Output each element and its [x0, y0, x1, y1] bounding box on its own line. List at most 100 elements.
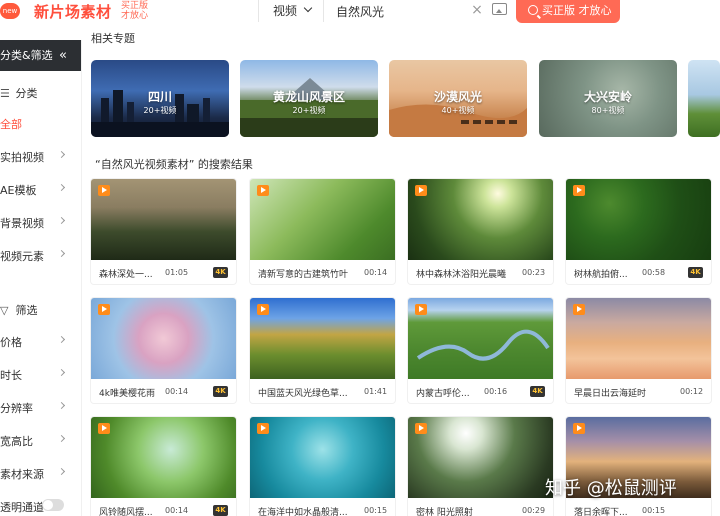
video-title: 清新写意的古建筑竹叶 [258, 270, 349, 280]
results-title: “自然风光视频素材” 的搜索结果 [95, 158, 253, 171]
image-search-icon[interactable] [492, 3, 507, 15]
video-duration: 00:12 [680, 387, 704, 396]
filter-label: 素材来源 [0, 468, 44, 481]
sidebar-item-label: 实拍视频 [0, 151, 44, 164]
badge-4k: 4K [530, 386, 545, 397]
topic-count: 40+视频 [441, 106, 475, 115]
video-card[interactable]: 森林深处一... 01:05 4K [91, 179, 236, 284]
badge-4k: 4K [213, 267, 228, 278]
video-thumbnail [91, 298, 236, 379]
sidebar-item-footage[interactable]: 实拍视频 [0, 149, 70, 165]
chevron-right-icon [57, 467, 66, 476]
topic-name: 四川 [147, 90, 172, 104]
chevron-right-icon [57, 183, 66, 192]
video-card[interactable]: 林中森林沐浴阳光晨曦 00:23 [408, 179, 553, 284]
chevron-right-icon [57, 434, 66, 443]
search-type-select[interactable]: 视频 [258, 0, 324, 22]
video-duration: 00:14 [165, 506, 189, 515]
top-header: new 新片场素材 买正版 才放心 视频 × 买正版 才放心 [0, 0, 720, 30]
sidebar-item-elements[interactable]: 视频元素 [0, 248, 70, 264]
collapse-icon[interactable]: « [59, 40, 67, 71]
video-thumbnail [408, 179, 553, 260]
list-icon: ☰ [0, 87, 10, 100]
sidebar-item-all[interactable]: 全部 [0, 116, 70, 132]
video-play-icon [98, 423, 110, 434]
watermark: 知乎 @松鼠测评 [545, 478, 677, 499]
video-duration: 01:41 [364, 387, 388, 396]
badge-4k: 4K [213, 386, 228, 397]
filter-label: 透明通道 [0, 501, 44, 514]
logo-slogan: 买正版 才放心 [121, 1, 148, 21]
sidebar-item-background[interactable]: 背景视频 [0, 215, 70, 231]
video-card[interactable]: 风铃随风摆... 00:14 4K [91, 417, 236, 516]
video-thumbnail [408, 417, 553, 498]
video-card[interactable]: 内蒙古呼伦... 00:16 4K [408, 298, 553, 403]
sidebar-item-label: 视频元素 [0, 250, 44, 263]
topic-count: 80+视频 [591, 106, 625, 115]
chevron-right-icon [57, 335, 66, 344]
video-play-icon [257, 304, 269, 315]
chevron-right-icon [57, 150, 66, 159]
video-play-icon [257, 185, 269, 196]
video-play-icon [98, 185, 110, 196]
video-title: 风铃随风摆... [99, 508, 153, 516]
filter-duration[interactable]: 时长 [0, 367, 70, 383]
slogan-line-2: 才放心 [121, 11, 149, 21]
badge-4k: 4K [213, 505, 228, 516]
video-card[interactable]: 树林航拍俯... 00:58 4K [566, 179, 711, 284]
category-header: ☰ 分类 [0, 85, 38, 101]
clear-icon[interactable]: × [470, 3, 484, 17]
topic-card-huanglong[interactable]: 黄龙山风景区 20+视频 [240, 60, 378, 137]
video-title: 林中森林沐浴阳光晨曦 [416, 270, 507, 280]
video-card[interactable]: 4k唯美樱花雨 00:14 4K [91, 298, 236, 403]
search-input[interactable] [336, 0, 460, 22]
video-thumbnail [91, 417, 236, 498]
video-play-icon [573, 185, 585, 196]
video-title: 密林 阳光照射 [416, 508, 473, 516]
topic-card-sichuan[interactable]: 四川 20+视频 [91, 60, 229, 137]
video-thumbnail [408, 298, 553, 379]
video-play-icon [257, 423, 269, 434]
video-play-icon [98, 304, 110, 315]
slogan-line-1: 买正版 [121, 1, 149, 11]
filter-header: ▽ 筛选 [0, 302, 38, 318]
filter-source[interactable]: 素材来源 [0, 466, 70, 482]
video-play-icon [573, 304, 585, 315]
video-title: 早晨日出云海延时 [574, 389, 647, 399]
video-title: 森林深处一... [99, 270, 153, 280]
search-button[interactable]: 买正版 才放心 [516, 0, 620, 23]
topic-card-daxinganling[interactable]: 大兴安岭 80+视频 [539, 60, 677, 137]
topic-name: 大兴安岭 [583, 90, 632, 104]
video-title: 中国蓝天风光绿色草... [258, 389, 348, 399]
search-button-label: 买正版 才放心 [542, 4, 612, 17]
video-play-icon [573, 423, 585, 434]
topic-count: 20+视频 [143, 106, 177, 115]
topic-card-partial[interactable] [688, 60, 720, 137]
sidebar-title: 分类&筛选 [0, 49, 53, 62]
chevron-right-icon [57, 368, 66, 377]
sidebar-item-ae-template[interactable]: AE模板 [0, 182, 70, 198]
topic-name: 沙漠风光 [433, 90, 482, 104]
video-title: 内蒙古呼伦... [416, 389, 470, 399]
video-thumbnail [250, 417, 395, 498]
filter-aspect-ratio[interactable]: 宽高比 [0, 433, 70, 449]
video-thumbnail [566, 298, 711, 379]
video-play-icon [415, 423, 427, 434]
site-logo[interactable]: 新片场素材 [34, 1, 112, 22]
filter-label: 价格 [0, 336, 22, 349]
video-duration: 00:15 [642, 506, 666, 515]
video-card[interactable]: 早晨日出云海延时 00:12 [566, 298, 711, 403]
video-card[interactable]: 清新写意的古建筑竹叶 00:14 [250, 179, 395, 284]
video-card[interactable]: 密林 阳光照射 00:29 [408, 417, 553, 516]
video-card[interactable]: 中国蓝天风光绿色草... 01:41 [250, 298, 395, 403]
search-type-label: 视频 [273, 4, 298, 18]
video-card[interactable]: 在海洋中如水晶般清... 00:15 [250, 417, 395, 516]
filter-price[interactable]: 价格 [0, 334, 70, 350]
video-card[interactable]: 落日余晖下... 00:15 [566, 417, 711, 516]
sidebar-item-label: AE模板 [0, 184, 37, 197]
alpha-channel-toggle[interactable] [42, 499, 64, 511]
topic-card-desert[interactable]: 沙漠风光 40+视频 [389, 60, 527, 137]
filter-resolution[interactable]: 分辨率 [0, 400, 70, 416]
sidebar-item-label: 背景视频 [0, 217, 44, 230]
video-duration: 00:16 [484, 387, 508, 396]
